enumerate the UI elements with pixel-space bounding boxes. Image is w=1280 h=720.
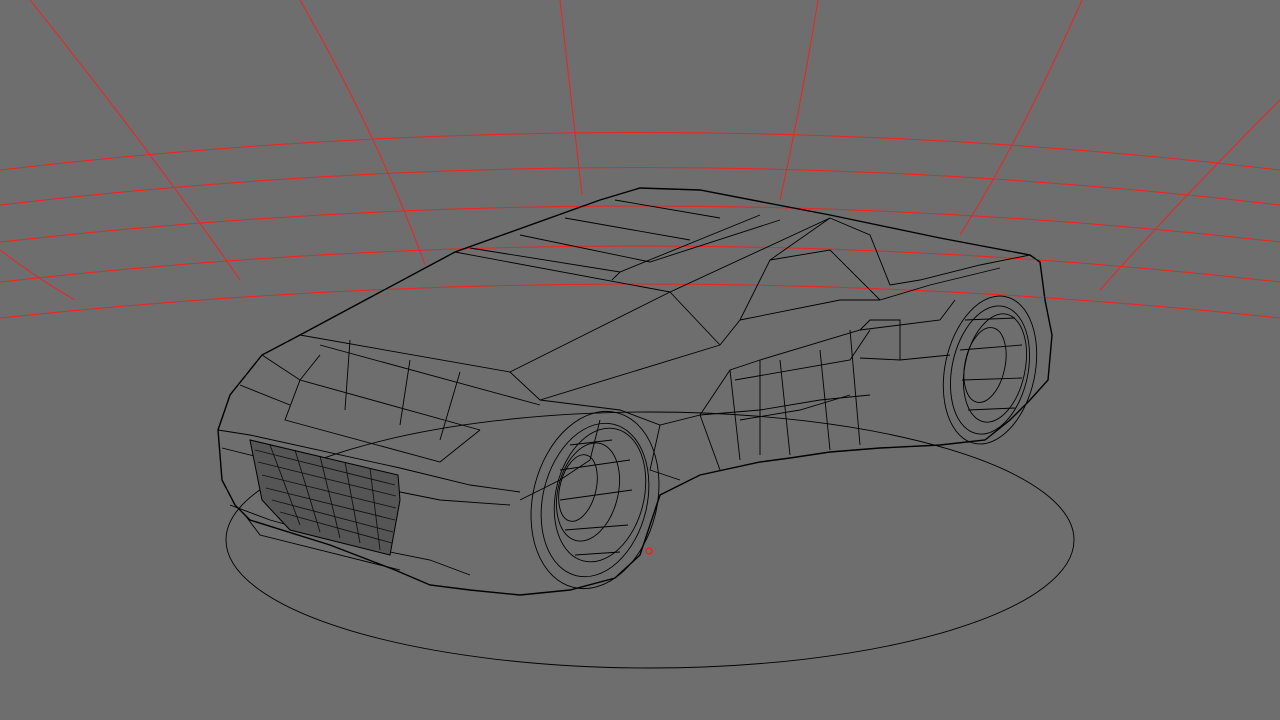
front-wheel[interactable]	[513, 398, 677, 603]
background-grid	[0, 0, 1280, 319]
3d-viewport[interactable]	[0, 0, 1280, 720]
selected-vertex-marker[interactable]	[645, 547, 653, 555]
rear-wheel[interactable]	[930, 287, 1049, 452]
car-wireframe-model[interactable]	[217, 187, 1053, 603]
viewport-canvas[interactable]	[0, 0, 1280, 720]
